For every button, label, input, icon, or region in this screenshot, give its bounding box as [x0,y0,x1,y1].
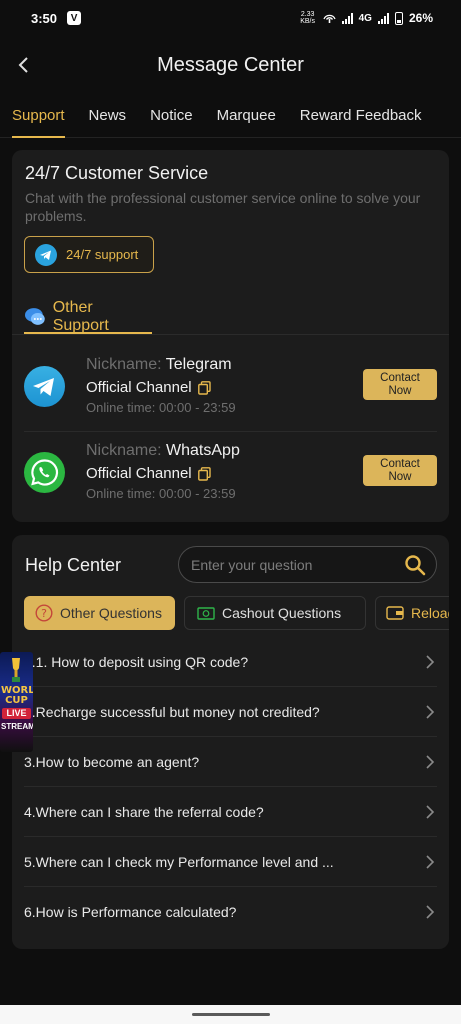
nickname-label: Nickname: [86,356,162,373]
telegram-icon [35,243,57,266]
search-input[interactable] [191,556,404,573]
faq-question: 5.Where can I check my Performance level… [24,853,334,870]
faq-question: 3.How to become an agent? [24,753,200,770]
world-cup-live-banner[interactable]: WORLD CUP LIVE STREAM [0,652,33,752]
faq-question: 2.Recharge successful but money not cred… [24,703,320,720]
battery-level: 26% [408,11,433,25]
other-support-label: Other Support [52,299,109,334]
copy-icon[interactable] [197,466,211,481]
support-button-label: 24/7 support [66,247,139,262]
chevron-left-icon [18,57,28,73]
divider [12,334,449,335]
hotspot-icon [323,14,336,23]
app-notification-icon: V [67,11,82,25]
contact-now-button[interactable]: Contact Now [363,455,437,486]
contact-channel: Official Channel [86,379,211,396]
chevron-right-icon [426,655,435,669]
tab-reward-feedback[interactable]: Reward Feedback [300,94,422,138]
contact-item-telegram: Nickname: Telegram Official Channel Onli… [24,346,437,432]
faq-item[interactable]: 5.Where can I check my Performance level… [24,837,437,887]
trophy-icon [12,658,20,682]
tab-notice[interactable]: Notice [150,94,193,138]
wallet-icon [386,606,404,620]
category-other-questions[interactable]: ? Other Questions [24,596,175,630]
question-mark-icon: ? [35,604,53,622]
faq-item[interactable]: 2.Recharge successful but money not cred… [24,687,437,737]
contact-online-time: Online time: 00:00 - 23:59 [86,400,236,415]
contact-nickname: Nickname: WhatsApp [86,442,240,460]
faq-item[interactable]: 3.How to become an agent? [24,737,437,787]
chevron-right-icon [426,805,435,819]
contact-channel: Official Channel [86,465,211,482]
chevron-right-icon [426,705,435,719]
battery-icon [394,11,403,25]
faq-list: 1.1. How to deposit using QR code? 2.Rec… [24,637,437,937]
contact-now-button[interactable]: Contact Now [363,369,437,400]
header: Message Center [0,36,461,94]
net-speed: 2.33 KB/s [300,11,316,25]
category-label: Cashout Questions [222,605,342,621]
category-reload[interactable]: Reload [375,596,449,630]
tab-bar: Support News Notice Marquee Reward Feedb… [0,94,461,138]
help-center-card: Help Center ? Other Questions Cashout Qu… [12,535,449,949]
help-center-title: Help Center [25,555,122,575]
nickname-label: Nickname: [86,442,162,459]
faq-question: 4.Where can I share the referral code? [24,803,264,820]
faq-question: 6.How is Performance calculated? [24,904,237,920]
faq-question: 1.1. How to deposit using QR code? [24,653,249,670]
faq-item[interactable]: 1.1. How to deposit using QR code? [24,637,437,687]
nickname-value: WhatsApp [166,442,240,459]
contact-item-whatsapp: Nickname: WhatsApp Official Channel Onli… [24,432,437,518]
chevron-right-icon [426,855,435,869]
category-cashout-questions[interactable]: Cashout Questions [184,596,366,630]
whatsapp-icon [24,452,65,493]
page-title: Message Center [157,53,304,76]
svg-text:?: ? [41,607,47,620]
faq-item[interactable]: 4.Where can I share the referral code? [24,787,437,837]
customer-service-card: 24/7 Customer Service Chat with the prof… [12,150,449,522]
other-support-tab[interactable]: Other Support [24,299,152,334]
network-type: 4G [358,12,372,24]
signal-icon-2 [377,12,389,24]
banner-stream-label: STREAM [1,722,33,731]
question-category-tabs: ? Other Questions Cashout Questions Relo… [24,596,449,630]
channel-label: Official Channel [86,465,192,482]
channel-label: Official Channel [86,379,192,396]
tab-marquee[interactable]: Marquee [217,94,276,138]
telegram-icon [24,366,65,407]
status-bar: 3:50 V 2.33 KB/s 4G 26% [0,0,461,36]
chat-bubble-icon [24,308,45,325]
contact-nickname: Nickname: Telegram [86,356,232,374]
customer-service-title: 24/7 Customer Service [25,163,209,183]
status-time: 3:50 [31,10,58,26]
home-gesture-handle[interactable] [192,1013,270,1016]
signal-icon [341,12,353,24]
tab-support[interactable]: Support [12,94,65,138]
category-label: Reload [411,605,449,621]
back-button[interactable] [10,52,36,78]
customer-service-description: Chat with the professional customer serv… [25,190,421,224]
chevron-right-icon [426,755,435,769]
system-nav-bar [0,1005,461,1024]
banner-live-badge: LIVE [2,708,31,719]
banner-title: WORLD CUP [1,685,33,706]
support-24-7-button[interactable]: 24/7 support [24,236,154,273]
cash-icon [197,607,215,620]
faq-item[interactable]: 6.How is Performance calculated? [24,887,437,937]
search-box [178,546,437,583]
category-label: Other Questions [60,605,162,621]
contact-online-time: Online time: 00:00 - 23:59 [86,486,236,501]
copy-icon[interactable] [197,380,211,395]
nickname-value: Telegram [165,356,232,373]
tab-news[interactable]: News [89,94,127,138]
chevron-right-icon [426,905,435,919]
status-right: 2.33 KB/s 4G 26% [299,11,433,25]
search-icon[interactable] [404,554,426,576]
